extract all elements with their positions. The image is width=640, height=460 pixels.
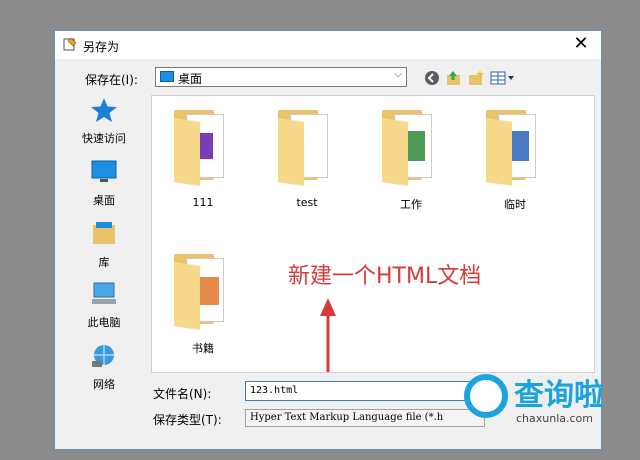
- desktop-icon: [160, 71, 174, 82]
- save-as-icon: [63, 37, 77, 51]
- folder-item-test[interactable]: test: [272, 106, 342, 209]
- watermark-text: 查询啦: [514, 378, 604, 413]
- sidebar-item-library[interactable]: 库: [69, 221, 139, 270]
- save-in-value: 桌面: [178, 72, 203, 86]
- close-button[interactable]: ✕: [571, 34, 591, 54]
- chevron-down-icon: ⌵: [394, 69, 402, 80]
- window-title: 另存为: [83, 40, 120, 54]
- folder-item-temp[interactable]: 临时: [480, 106, 550, 212]
- folder-icon: [484, 106, 546, 188]
- view-menu-icon[interactable]: [489, 69, 517, 87]
- sidebar-item-label: 快速访问: [82, 132, 126, 145]
- folder-name: 111: [192, 196, 214, 209]
- sidebar-item-label: 此电脑: [87, 316, 121, 329]
- folder-icon: [276, 106, 338, 188]
- filename-label: 文件名(N):: [153, 387, 212, 401]
- filetype-label: 保存类型(T):: [153, 413, 222, 427]
- back-icon[interactable]: [423, 69, 441, 87]
- up-folder-icon[interactable]: [445, 69, 463, 87]
- library-icon: [93, 222, 115, 244]
- sidebar-item-quick-access[interactable]: 快速访问: [69, 97, 139, 146]
- folder-item-work[interactable]: 工作: [376, 106, 446, 212]
- network-icon: [92, 345, 114, 367]
- folder-item-books[interactable]: 书籍: [168, 250, 238, 356]
- watermark: 查询啦 chaxunla.com: [464, 368, 634, 448]
- folder-name: 书籍: [192, 342, 214, 355]
- folder-icon: [172, 250, 234, 332]
- folder-icon: [380, 106, 442, 188]
- places-sidebar: 快速访问 桌面 库 此电脑 网络: [69, 93, 139, 405]
- save-in-dropdown[interactable]: 桌面 ⌵: [155, 67, 407, 87]
- sidebar-item-label: 库: [98, 256, 110, 269]
- watermark-url: chaxunla.com: [516, 412, 593, 425]
- computer-icon: [92, 282, 116, 304]
- folder-item-111[interactable]: 111: [168, 106, 238, 209]
- new-folder-icon[interactable]: [467, 69, 485, 87]
- folder-name: 工作: [400, 198, 422, 211]
- sidebar-item-desktop[interactable]: 桌面: [69, 159, 139, 208]
- save-in-label: 保存在(I):: [85, 73, 138, 87]
- sidebar-item-label: 桌面: [93, 194, 115, 207]
- filename-input[interactable]: 123.html: [245, 381, 485, 401]
- annotation-arrow-icon: [320, 298, 336, 372]
- title-bar: 另存为 ✕: [55, 31, 601, 59]
- folder-name: 临时: [504, 198, 526, 211]
- watermark-logo-icon: [464, 374, 508, 418]
- folder-name: test: [296, 196, 318, 209]
- sidebar-item-label: 网络: [93, 378, 115, 391]
- desktop-icon: [91, 160, 117, 182]
- sidebar-item-this-pc[interactable]: 此电脑: [69, 281, 139, 330]
- sidebar-item-network[interactable]: 网络: [69, 343, 139, 392]
- annotation-text: 新建一个HTML文档: [288, 264, 482, 289]
- file-list: 111 test 工作 临时 书籍 新建一个HTML文档: [151, 95, 595, 373]
- star-icon: [91, 98, 117, 122]
- folder-icon: [172, 106, 234, 188]
- filetype-dropdown[interactable]: Hyper Text Markup Language file (*.h: [245, 409, 485, 427]
